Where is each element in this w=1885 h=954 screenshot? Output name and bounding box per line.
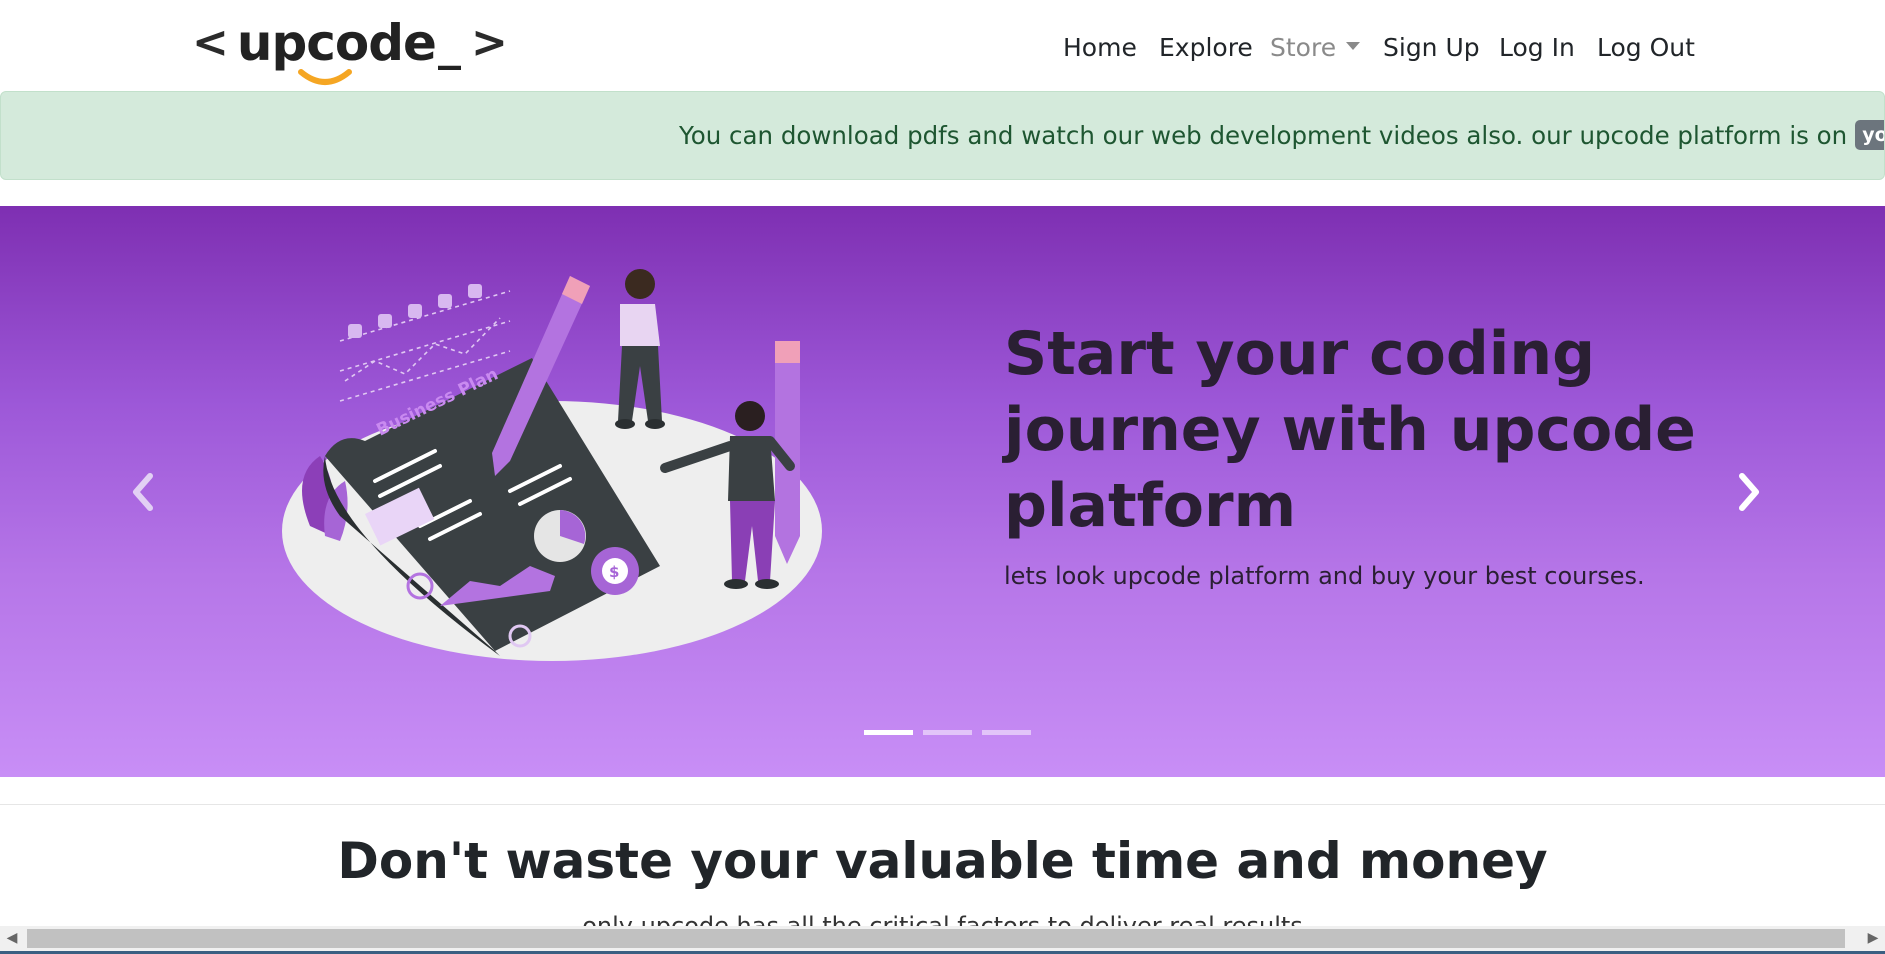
info-alert: You can download pdfs and watch our web … [0, 91, 1885, 180]
hero-subtitle: lets look upcode platform and buy your b… [1004, 562, 1645, 590]
scrollbar-thumb[interactable] [27, 929, 1845, 948]
carousel-indicators [864, 730, 1031, 735]
navbar: < upcode _ > Home Explore Store Sign Up … [0, 0, 1885, 90]
nav-log-out[interactable]: Log Out [1597, 28, 1695, 68]
business-plan-illustration: Business Plan $ [282, 269, 822, 661]
nav-store-dropdown[interactable]: Store [1270, 28, 1361, 68]
youtube-badge[interactable]: youtube [1855, 120, 1884, 150]
main-nav: Home Explore Store Sign Up Log In Log Ou… [0, 28, 1885, 68]
carousel-indicator-2[interactable] [923, 730, 972, 735]
alert-text: You can download pdfs and watch our web … [679, 121, 1848, 150]
carousel-indicator-3[interactable] [982, 730, 1031, 735]
nav-home[interactable]: Home [1063, 28, 1137, 68]
nav-sign-up[interactable]: Sign Up [1383, 28, 1480, 68]
nav-log-in[interactable]: Log In [1499, 28, 1575, 68]
hero-carousel: Business Plan $ Start your coding journe… [0, 206, 1885, 777]
hero-title: Start your coding journey with upcode pl… [1004, 319, 1696, 541]
section-divider [0, 804, 1885, 805]
carousel-next-button[interactable] [1730, 470, 1770, 514]
chevron-right-icon [1739, 473, 1759, 511]
alert-message: You can download pdfs and watch our web … [679, 92, 1884, 179]
nav-explore[interactable]: Explore [1159, 28, 1253, 68]
chevron-left-icon [133, 473, 153, 511]
caret-down-icon [1346, 42, 1361, 50]
svg-text:$: $ [609, 563, 619, 581]
nav-store-label: Store [1270, 33, 1337, 62]
carousel-indicator-1[interactable] [864, 730, 913, 735]
scroll-left-arrow-icon[interactable]: ◀ [0, 926, 24, 951]
scroll-right-arrow-icon[interactable]: ▶ [1861, 926, 1885, 951]
logo-smile-icon [297, 69, 352, 85]
horizontal-scrollbar[interactable]: ◀ ▶ [0, 926, 1885, 951]
carousel-prev-button[interactable] [122, 470, 162, 514]
section-title: Don't waste your valuable time and money [337, 832, 1548, 890]
hero-caption: Start your coding journey with upcode pl… [1004, 316, 1704, 590]
